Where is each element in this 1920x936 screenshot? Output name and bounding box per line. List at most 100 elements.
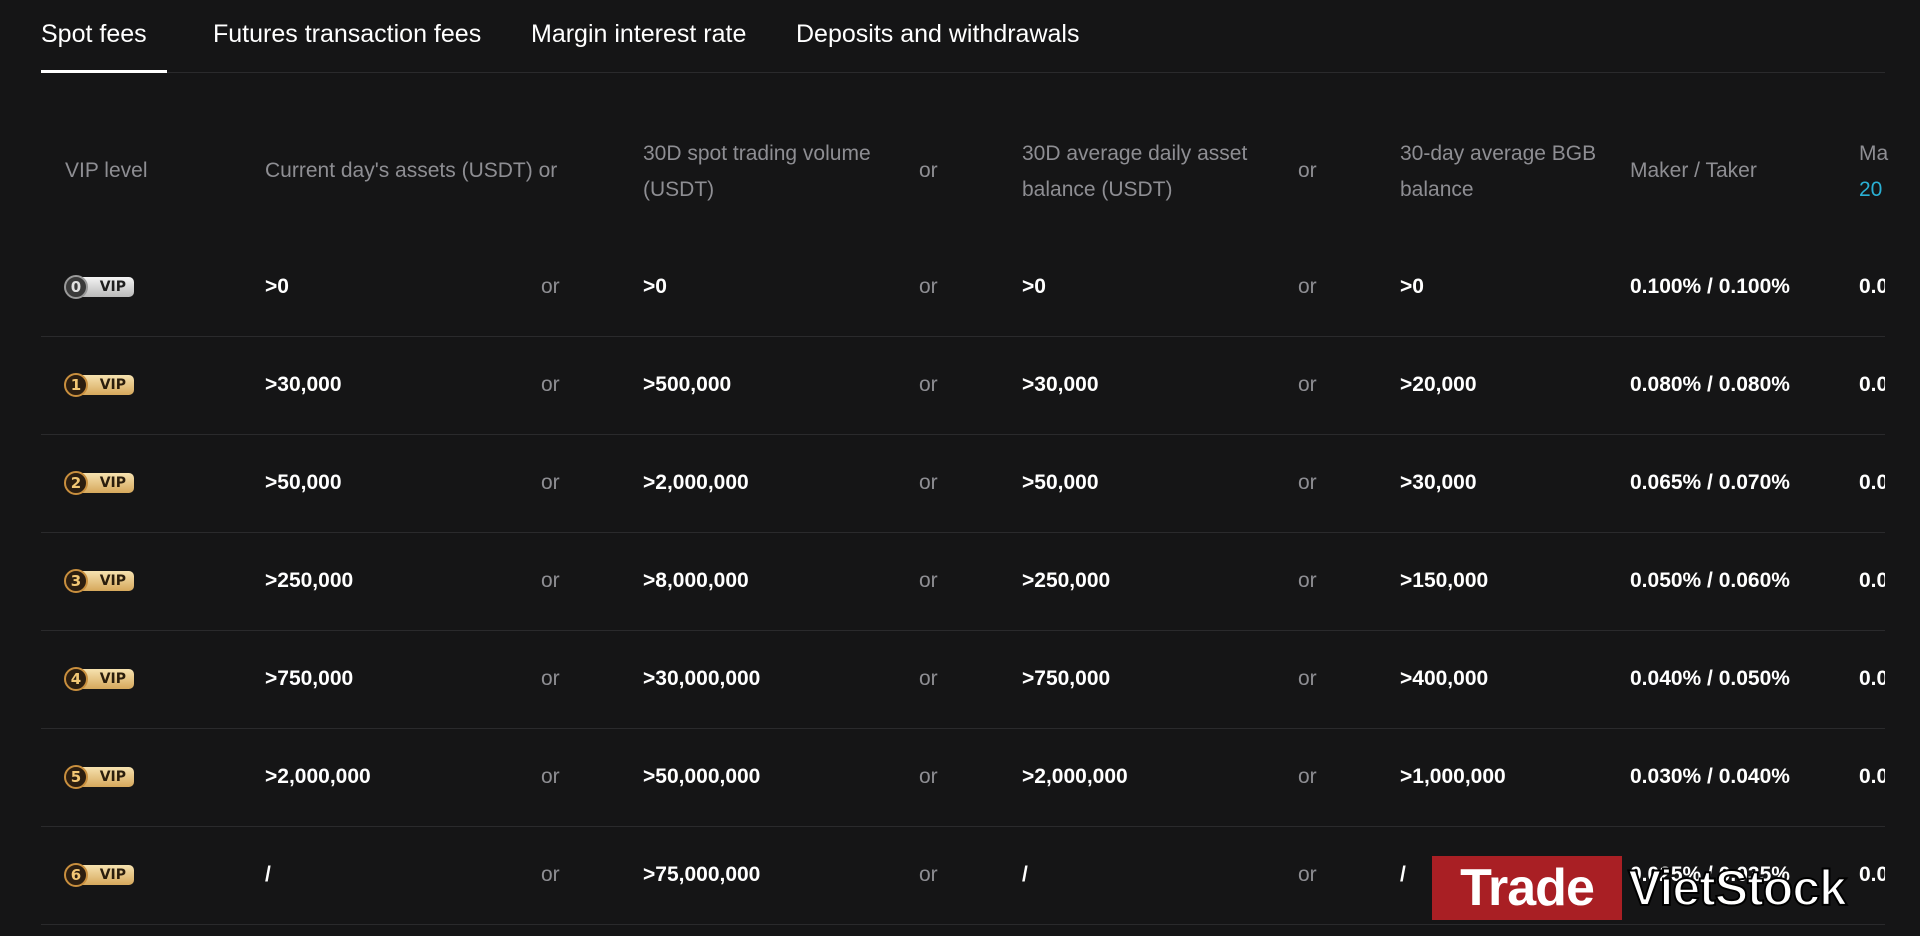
watermark-vietstock: VietStock (1627, 859, 1848, 917)
watermark-trade: Trade (1432, 856, 1622, 920)
cell-avg-balance: >250,000 (1022, 569, 1111, 592)
cell-spot-volume: >500,000 (643, 373, 732, 396)
or-separator: or (541, 275, 560, 298)
table-row: VIP 5 >2,000,000 or >50,000,000 or >2,000,000 o… (41, 728, 1885, 827)
vip-level-number: 6 (64, 863, 88, 887)
cell-avg-balance: >2,000,000 (1022, 765, 1128, 788)
cell-maker-taker: 0.080% / 0.080% (1630, 373, 1790, 396)
or-separator: or (1298, 863, 1317, 886)
fee-schedule-page: Spot fees Futures transaction fees Margi… (0, 0, 1920, 936)
cell-maker-taker: 0.065% / 0.070% (1630, 471, 1790, 494)
vip-badge-icon: VIP 0 (64, 275, 136, 299)
cell-spot-volume: >2,000,000 (643, 471, 749, 494)
header-maker-taker: Maker / Taker (1630, 159, 1757, 182)
cell-current-day-assets: >2,000,000 (265, 765, 371, 788)
cell-avg-balance: / (1022, 863, 1028, 886)
vip-level-number: 4 (64, 667, 88, 691)
table-header: VIP level Current day's assets (USDT) or… (41, 72, 1888, 238)
header-avg-balance-line1: 30D average daily asset (1022, 142, 1248, 165)
cell-avg-balance: >30,000 (1022, 373, 1099, 396)
or-separator: or (541, 373, 560, 396)
cell-maker-taker: 0.050% / 0.060% (1630, 569, 1790, 592)
cell-current-day-assets: / (265, 863, 271, 886)
cell-cut-column: 0.0 (1859, 471, 1885, 494)
or-separator: or (919, 471, 938, 494)
cell-cut-column: 0.0 (1859, 275, 1885, 298)
header-cut-link[interactable]: 20 (1859, 172, 1888, 208)
vip-badge-icon: VIP 6 (64, 863, 136, 887)
vip-badge-icon: VIP 2 (64, 471, 136, 495)
vip-badge-icon: VIP 3 (64, 569, 136, 593)
spot-fees-table: VIP level Current day's assets (USDT) or… (41, 72, 1888, 936)
header-avg-balance-line2: balance (USDT) (1022, 178, 1173, 201)
cell-bgb-balance: >150,000 (1400, 569, 1489, 592)
cell-cut-column: 0.0 (1859, 765, 1885, 788)
cell-spot-volume: >50,000,000 (643, 765, 761, 788)
or-separator: or (919, 765, 938, 788)
vip-level-number: 2 (64, 471, 88, 495)
watermark-logo: Trade VietStock (1432, 856, 1920, 920)
cell-maker-taker: 0.030% / 0.040% (1630, 765, 1790, 788)
header-cut-line1: Ma (1859, 142, 1889, 165)
tab-deposits-and-withdrawals[interactable]: Deposits and withdrawals (796, 20, 1079, 49)
cell-bgb-balance: >400,000 (1400, 667, 1489, 690)
cell-spot-volume: >75,000,000 (643, 863, 761, 886)
cell-bgb-balance: / (1400, 863, 1406, 886)
cell-current-day-assets: >50,000 (265, 471, 342, 494)
vip-badge-icon: VIP 1 (64, 373, 136, 397)
cell-spot-volume: >0 (643, 275, 667, 298)
header-bgb-line2: balance (1400, 178, 1474, 201)
header-current-day-assets: Current day's assets (USDT) or (265, 159, 558, 182)
header-spot-volume-line1: 30D spot trading volume (643, 142, 871, 165)
or-separator: or (919, 863, 938, 886)
cell-cut-column: 0.0 (1859, 373, 1885, 396)
vip-badge-icon: VIP 4 (64, 667, 136, 691)
or-separator: or (541, 569, 560, 592)
or-separator: or (1298, 667, 1317, 690)
or-separator: or (1298, 471, 1317, 494)
tab-spot-fees[interactable]: Spot fees (41, 20, 167, 73)
cell-current-day-assets: >750,000 (265, 667, 354, 690)
or-separator: or (1298, 275, 1317, 298)
or-separator: or (919, 569, 938, 592)
or-separator: or (541, 863, 560, 886)
or-separator: or (541, 765, 560, 788)
header-spot-volume-line2: (USDT) (643, 178, 715, 201)
table-row: VIP 4 >750,000 or >30,000,000 or >750,000 or >40… (41, 630, 1885, 729)
or-separator: or (541, 471, 560, 494)
header-or: or (919, 159, 938, 182)
cell-current-day-assets: >30,000 (265, 373, 342, 396)
cell-bgb-balance: >30,000 (1400, 471, 1477, 494)
or-separator: or (1298, 765, 1317, 788)
header-or: or (1298, 159, 1317, 182)
cell-current-day-assets: >0 (265, 275, 289, 298)
vip-level-number: 1 (64, 373, 88, 397)
or-separator: or (1298, 569, 1317, 592)
cell-spot-volume: >30,000,000 (643, 667, 761, 690)
or-separator: or (919, 275, 938, 298)
cell-bgb-balance: >1,000,000 (1400, 765, 1506, 788)
fee-tabs: Spot fees Futures transaction fees Margi… (41, 0, 1885, 73)
or-separator: or (1298, 373, 1317, 396)
vip-level-number: 0 (64, 275, 88, 299)
cell-maker-taker: 0.100% / 0.100% (1630, 275, 1790, 298)
cell-spot-volume: >8,000,000 (643, 569, 749, 592)
cell-maker-taker: 0.040% / 0.050% (1630, 667, 1790, 690)
header-bgb-line1: 30-day average BGB (1400, 142, 1597, 165)
tab-futures-transaction-fees[interactable]: Futures transaction fees (213, 20, 481, 49)
cell-bgb-balance: >20,000 (1400, 373, 1477, 396)
cell-avg-balance: >0 (1022, 275, 1046, 298)
header-cut-column: Ma 20 (1859, 136, 1888, 208)
cell-cut-column: 0.0 (1859, 569, 1885, 592)
table-row: VIP 3 >250,000 or >8,000,000 or >250,000 or >150… (41, 532, 1885, 631)
cell-current-day-assets: >250,000 (265, 569, 354, 592)
tab-margin-interest-rate[interactable]: Margin interest rate (531, 20, 746, 49)
table-row: VIP 2 >50,000 or >2,000,000 or >50,000 or >30,00… (41, 434, 1885, 533)
or-separator: or (541, 667, 560, 690)
or-separator: or (919, 373, 938, 396)
header-avg-balance: 30D average daily asset balance (USDT) (1022, 136, 1247, 208)
header-bgb-balance: 30-day average BGB balance (1400, 136, 1596, 208)
cell-avg-balance: >50,000 (1022, 471, 1099, 494)
vip-level-number: 3 (64, 569, 88, 593)
vip-badge-icon: VIP 5 (64, 765, 136, 789)
